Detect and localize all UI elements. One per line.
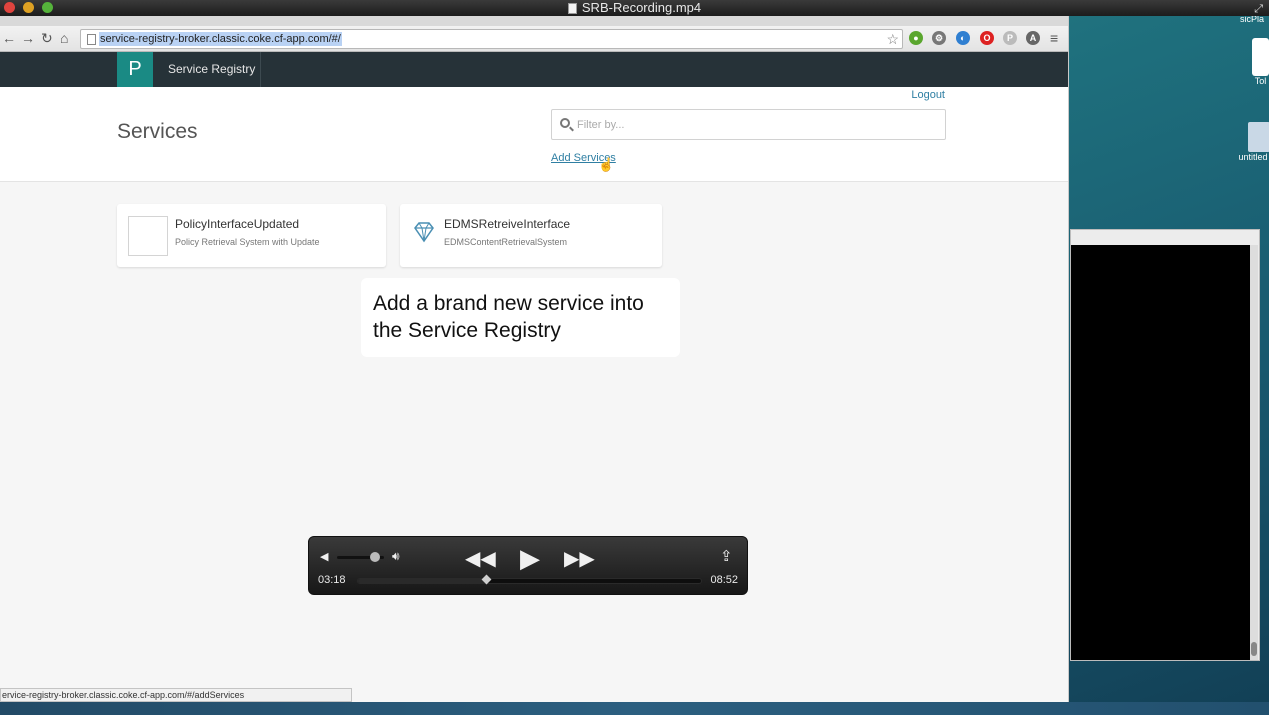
service-thumbnail [128, 216, 168, 256]
desktop-icon-untitled[interactable]: untitled [1236, 122, 1269, 162]
service-card[interactable]: PolicyInterfaceUpdated Policy Retrieval … [117, 204, 386, 267]
current-time: 03:18 [318, 574, 346, 586]
volume-low-icon[interactable]: ◀ [320, 550, 328, 563]
background-window[interactable] [1070, 229, 1260, 661]
diamond-icon [414, 222, 434, 243]
app-icon [1252, 38, 1269, 76]
filter-box[interactable] [551, 109, 946, 140]
extension-circle-icon[interactable]: ◐ [956, 31, 970, 45]
brand-title[interactable]: Service Registry [168, 62, 255, 76]
extension-p-icon[interactable]: P [1003, 31, 1017, 45]
player-title: SRB-Recording.mp4 [581, 0, 702, 15]
service-name: PolicyInterfaceUpdated [175, 217, 300, 231]
volume-knob[interactable] [369, 552, 380, 562]
folder-icon [1248, 122, 1269, 152]
fullscreen-icon[interactable]: ⤢ [1254, 1, 1263, 17]
video-controls: ◀ 🔊︎ ◀◀ ▶ ▶▶ ⇪ 03:18 08:52 [308, 536, 748, 595]
tab-strip [0, 16, 1068, 26]
extension-stop-icon[interactable]: O [980, 31, 994, 45]
desktop-icon-label: Tol [1254, 76, 1267, 86]
extension-pin-icon[interactable]: ● [909, 31, 923, 45]
reload-icon[interactable]: ↻ [41, 30, 53, 46]
logout-link[interactable]: Logout [911, 89, 945, 101]
video-caption: Add a brand new service into the Service… [361, 278, 680, 357]
page-header-section: Logout Services Add Services ☝ [0, 87, 1068, 182]
scrubber-track[interactable] [357, 574, 702, 585]
play-icon[interactable]: ▶ [520, 543, 540, 574]
status-bar-url: ervice-registry-broker.classic.coke.cf-a… [0, 688, 352, 702]
filter-input[interactable] [577, 115, 937, 135]
home-icon[interactable]: ⌂ [60, 30, 68, 46]
service-description: Policy Retrieval System with Update [175, 237, 320, 247]
desktop-strip [0, 702, 1269, 715]
volume-high-icon[interactable]: 🔊︎ [392, 549, 400, 564]
browser-toolbar: ← → ↻ ⌂ service-registry-broker.classic.… [0, 26, 1068, 52]
background-window-content [1071, 245, 1250, 660]
extension-gear-icon[interactable]: ⚙ [932, 31, 946, 45]
scrollbar[interactable] [1250, 245, 1258, 660]
menu-icon[interactable]: ≡ [1050, 30, 1058, 46]
address-url[interactable]: service-registry-broker.classic.coke.cf-… [99, 32, 342, 46]
back-arrow-icon[interactable]: ← [2, 30, 16, 46]
pivotal-logo[interactable]: P [117, 52, 153, 87]
browser-window: ← → ↻ ⌂ service-registry-broker.classic.… [0, 16, 1069, 702]
page-icon [87, 34, 96, 45]
zoom-window-button[interactable] [42, 2, 53, 13]
app-header: P Service Registry [0, 52, 1068, 87]
scrubber-progress [358, 579, 486, 583]
bookmark-star-icon[interactable]: ☆ [886, 31, 899, 48]
rewind-icon[interactable]: ◀◀ [465, 546, 496, 571]
extension-a-icon[interactable]: A [1026, 31, 1040, 45]
desktop-icon-tol[interactable]: Tol [1252, 38, 1269, 86]
hand-cursor-icon: ☝ [598, 157, 615, 172]
fast-forward-icon[interactable]: ▶▶ [564, 546, 595, 571]
desktop-icon-label: untitled [1238, 152, 1268, 162]
service-description: EDMSContentRetrievalSystem [444, 237, 568, 247]
total-time: 08:52 [710, 574, 738, 586]
page-title: Services [117, 120, 198, 143]
document-icon [567, 2, 577, 14]
share-icon[interactable]: ⇪ [720, 547, 733, 565]
header-divider [260, 52, 261, 87]
service-card[interactable]: EDMSRetreiveInterface EDMSContentRetriev… [400, 204, 662, 267]
search-icon [560, 118, 570, 128]
services-list: PolicyInterfaceUpdated Policy Retrieval … [0, 183, 1068, 702]
close-window-button[interactable] [4, 2, 15, 13]
service-name: EDMSRetreiveInterface [444, 217, 571, 231]
forward-arrow-icon[interactable]: → [21, 30, 35, 46]
player-title-bar: SRB-Recording.mp4 ⤢ [0, 0, 1269, 16]
minimize-window-button[interactable] [23, 2, 34, 13]
scrollbar-thumb[interactable] [1251, 642, 1257, 656]
address-bar[interactable]: service-registry-broker.classic.coke.cf-… [80, 29, 903, 49]
